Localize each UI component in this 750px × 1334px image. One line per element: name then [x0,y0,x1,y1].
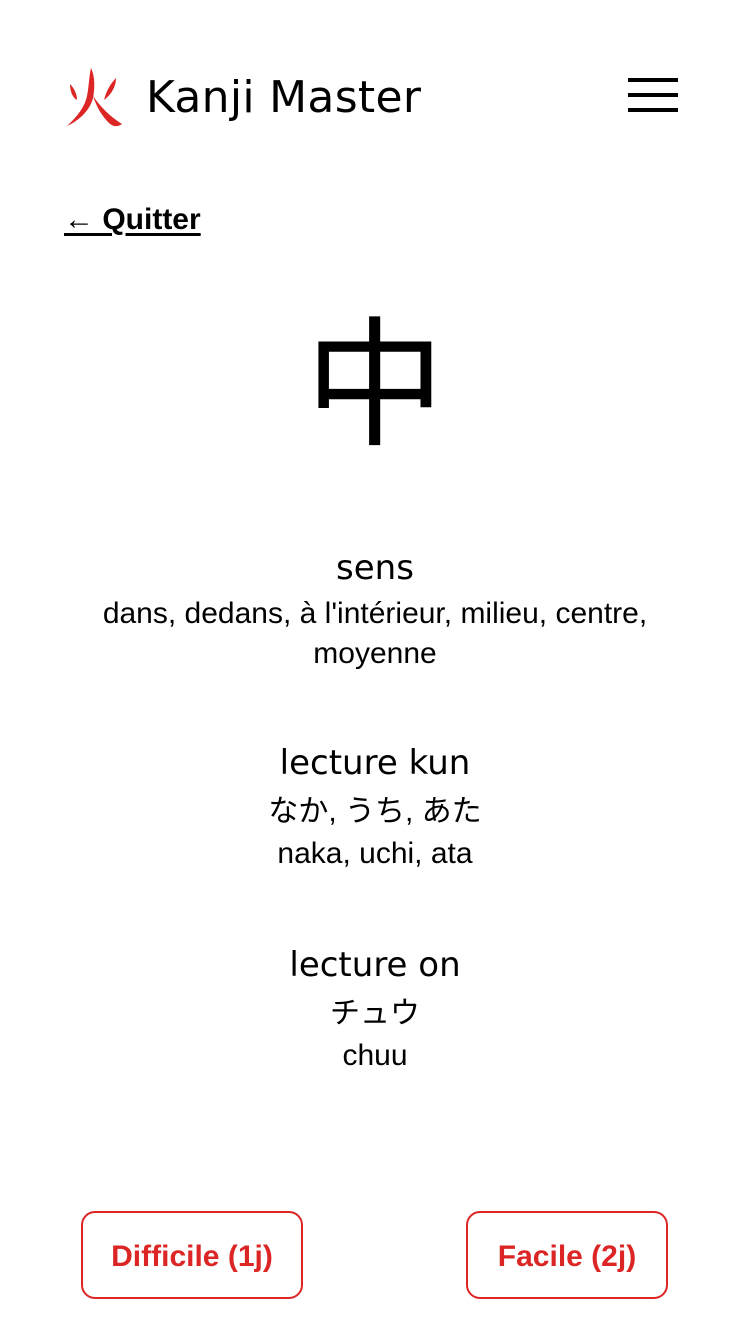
app-header: Kanji Master [64,60,686,136]
menu-bar [628,78,678,82]
menu-bar [628,93,678,97]
meaning-text: dans, dedans, à l'intérieur, milieu, cen… [102,597,648,670]
fire-kanji-logo-icon[interactable] [64,66,124,128]
easy-button[interactable]: Facile (2j) [466,1211,668,1299]
quit-link[interactable]: ← Quitter [64,200,201,240]
menu-bar [628,108,678,112]
difficult-button[interactable]: Difficile (1j) [81,1211,303,1299]
meaning-section: sens dans, dedans, à l'intérieur, milieu… [40,546,710,674]
kun-reading-section: lecture kun なか, うち, あた naka, uchi, ata [40,741,710,875]
kun-reading-heading: lecture kun [279,743,471,783]
app-title: Kanji Master [146,72,422,123]
kanji-character: 中 [304,305,445,468]
on-reading-romaji: chuu [342,1039,408,1072]
on-reading-kana: チュウ [330,997,420,1030]
meaning-heading: sens [336,548,414,588]
on-reading-section: lecture on チュウ chuu [40,943,710,1077]
kun-reading-romaji: naka, uchi, ata [277,837,473,870]
hamburger-menu-icon[interactable] [628,78,678,114]
on-reading-heading: lecture on [289,945,461,985]
kun-reading-kana: なか, うち, あた [268,795,482,828]
